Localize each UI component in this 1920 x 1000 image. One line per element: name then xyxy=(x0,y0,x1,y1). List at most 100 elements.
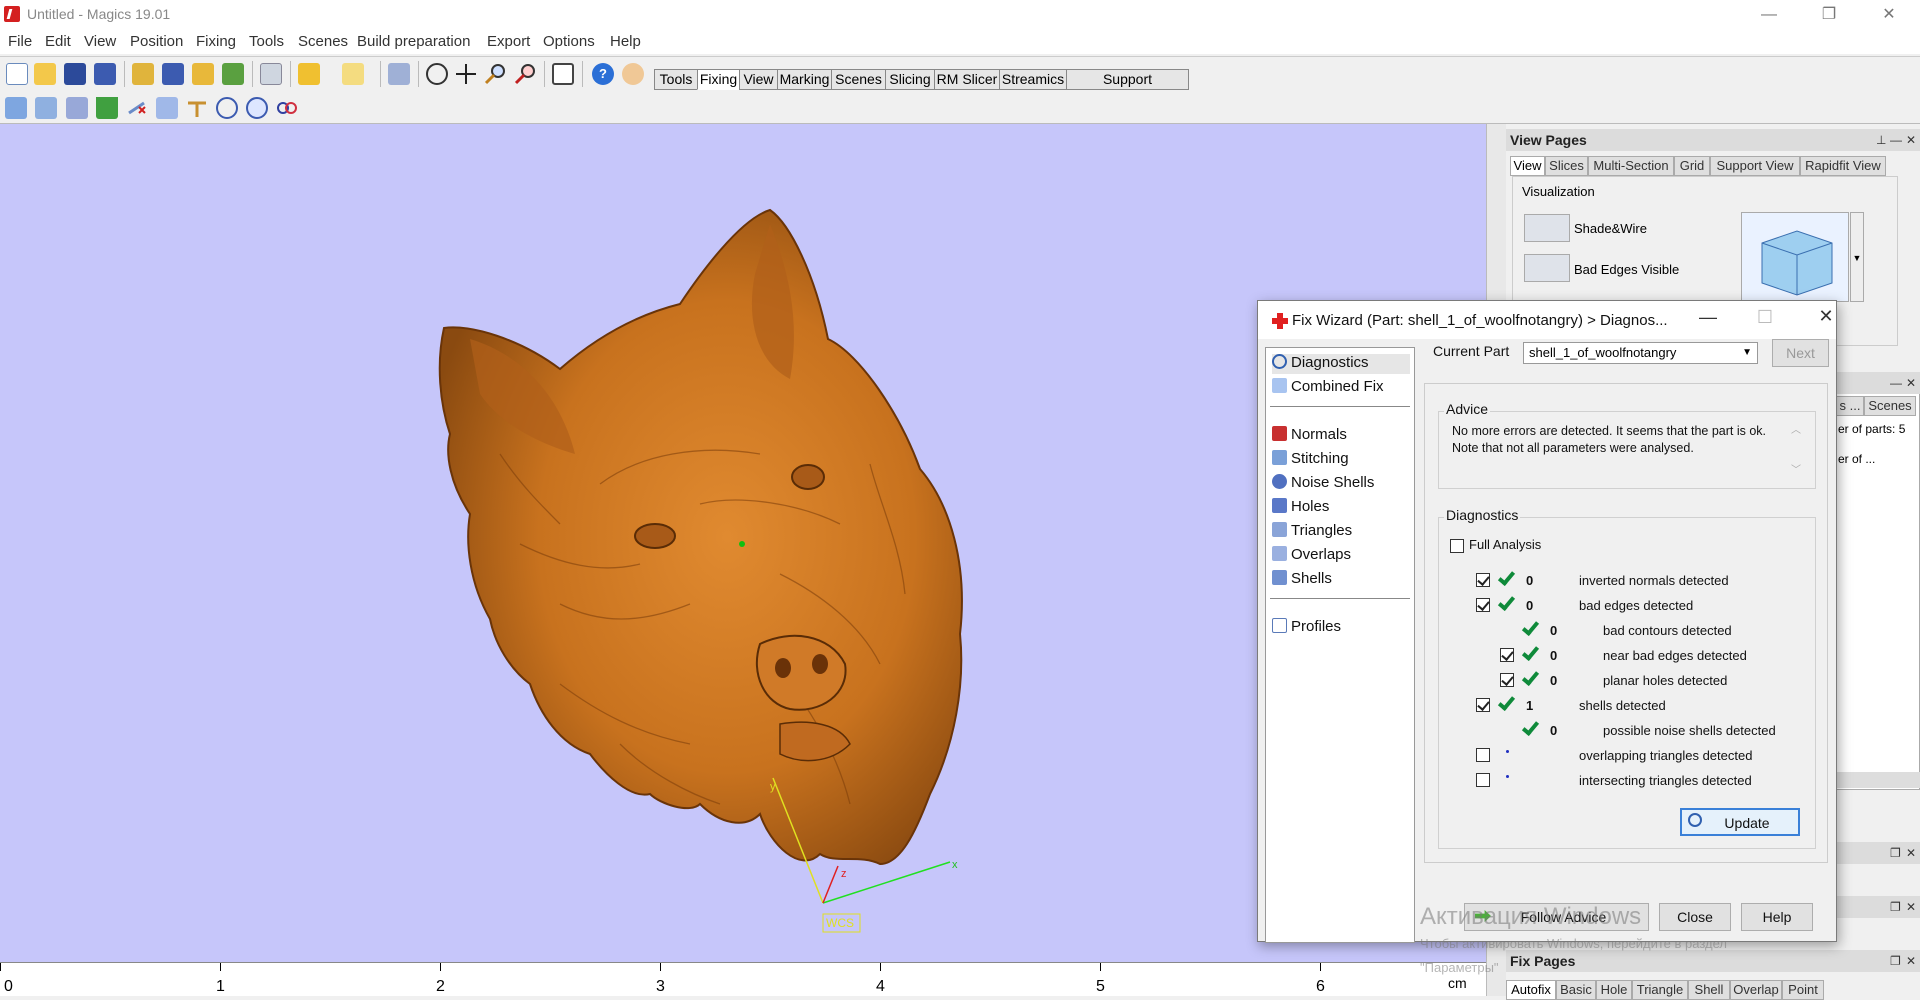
minimize-button[interactable]: — xyxy=(1746,0,1792,30)
tab-scenes-panel[interactable]: Scenes xyxy=(1864,396,1916,416)
tab-rm-slicer[interactable]: RM Slicer xyxy=(934,69,1000,90)
help-icon[interactable]: ? xyxy=(592,63,614,85)
tab-autofix[interactable]: Autofix xyxy=(1506,980,1556,1000)
diag-row-checkbox[interactable] xyxy=(1476,573,1490,587)
tab-view[interactable]: View xyxy=(739,69,778,90)
menu-help[interactable]: Help xyxy=(610,33,641,50)
diag-row-checkbox[interactable] xyxy=(1476,598,1490,612)
update-button[interactable]: Update xyxy=(1680,808,1800,836)
bad-edges-icon[interactable] xyxy=(1524,254,1570,282)
nav-item-noise-shells[interactable]: Noise Shells xyxy=(1272,474,1374,494)
rotate-icon[interactable] xyxy=(426,63,448,85)
add-shell-icon[interactable] xyxy=(5,97,27,119)
tab-triangle[interactable]: Triangle xyxy=(1632,980,1688,1000)
help-button[interactable]: Help xyxy=(1741,903,1813,931)
diag-row-checkbox[interactable] xyxy=(1476,773,1490,787)
diag-row-checkbox[interactable] xyxy=(1500,648,1514,662)
horizontal-scrollbar[interactable] xyxy=(1830,772,1920,788)
fix-pages-restore-icon[interactable]: ❐ xyxy=(1890,950,1901,972)
diag-row-checkbox[interactable] xyxy=(1476,698,1490,712)
tab-slices[interactable]: Slices xyxy=(1545,156,1588,176)
tab-grid[interactable]: Grid xyxy=(1674,156,1710,176)
save-as-icon[interactable] xyxy=(94,63,116,85)
load-project-icon[interactable] xyxy=(192,63,214,85)
fix-pages-close-icon[interactable]: ✕ xyxy=(1906,950,1916,972)
open-folder-icon[interactable] xyxy=(34,63,56,85)
menu-view[interactable]: View xyxy=(84,33,116,50)
restore-panel-2-icon[interactable]: ❐ xyxy=(1890,896,1901,918)
zoom-fit-icon[interactable] xyxy=(514,63,536,85)
box-icon[interactable] xyxy=(35,97,57,119)
nav-item-profiles[interactable]: Profiles xyxy=(1272,618,1341,638)
menu-build-preparation[interactable]: Build preparation xyxy=(357,33,470,50)
close-panel-2-icon[interactable]: ✕ xyxy=(1906,896,1916,918)
zoom-icon[interactable] xyxy=(484,63,506,85)
select-icon[interactable] xyxy=(388,63,410,85)
nav-item-overlaps[interactable]: Overlaps xyxy=(1272,546,1351,566)
tab-basic[interactable]: Basic xyxy=(1556,980,1596,1000)
save-part-icon[interactable] xyxy=(162,63,184,85)
panel-close-icon[interactable]: ✕ xyxy=(1906,129,1916,151)
close-panel-1-icon[interactable]: ✕ xyxy=(1906,842,1916,864)
redo-icon[interactable] xyxy=(342,63,364,85)
stitch-icon[interactable] xyxy=(186,97,208,119)
tab-hole[interactable]: Hole xyxy=(1596,980,1632,1000)
tab-streamics[interactable]: Streamics xyxy=(999,69,1067,90)
import-part-icon[interactable] xyxy=(132,63,154,85)
restore-button[interactable]: ❐ xyxy=(1806,0,1852,30)
tab-support-view[interactable]: Support View xyxy=(1710,156,1800,176)
view-cube[interactable] xyxy=(1741,212,1849,302)
save-icon[interactable] xyxy=(64,63,86,85)
new-file-icon[interactable] xyxy=(6,63,28,85)
advice-scrollbar[interactable]: ︿ ﹀ xyxy=(1788,421,1806,483)
restore-panel-1-icon[interactable]: ❐ xyxy=(1890,842,1901,864)
shells-icon[interactable] xyxy=(66,97,88,119)
menu-file[interactable]: File xyxy=(8,33,32,50)
nav-item-shells[interactable]: Shells xyxy=(1272,570,1332,590)
tab-overlap[interactable]: Overlap xyxy=(1730,980,1782,1000)
current-part-select[interactable]: shell_1_of_woolfnotangry ▼ xyxy=(1523,342,1758,364)
tab-marking[interactable]: Marking xyxy=(777,69,832,90)
tab-multi-section[interactable]: Multi-Section xyxy=(1588,156,1674,176)
tab-view-page[interactable]: View xyxy=(1510,156,1545,176)
tab-parts[interactable]: s ... xyxy=(1836,396,1864,416)
sphere-icon[interactable] xyxy=(246,97,268,119)
shade-wire-icon[interactable] xyxy=(1524,214,1570,242)
view-cube-dropdown-icon[interactable]: ▼ xyxy=(1850,212,1864,302)
print-icon[interactable] xyxy=(260,63,282,85)
tab-point[interactable]: Point xyxy=(1782,980,1824,1000)
menu-options[interactable]: Options xyxy=(543,33,595,50)
nav-item-combined-fix[interactable]: Combined Fix xyxy=(1272,378,1384,398)
menu-edit[interactable]: Edit xyxy=(45,33,71,50)
menu-scenes[interactable]: Scenes xyxy=(298,33,348,50)
dialog-title-bar[interactable]: Fix Wizard (Part: shell_1_of_woolfnotang… xyxy=(1258,301,1836,339)
diag-row-checkbox[interactable] xyxy=(1476,748,1490,762)
triangle-icon[interactable] xyxy=(96,97,118,119)
scroll-down-icon[interactable]: ﹀ xyxy=(1791,461,1801,476)
tab-scenes[interactable]: Scenes xyxy=(831,69,886,90)
parts-column-header[interactable]: er of ... xyxy=(1838,452,1875,466)
tab-fixing[interactable]: Fixing xyxy=(697,69,740,90)
tab-tools[interactable]: Tools xyxy=(654,69,698,90)
nav-item-stitching[interactable]: Stitching xyxy=(1272,450,1349,470)
diag-row-checkbox[interactable] xyxy=(1500,673,1514,687)
menu-export[interactable]: Export xyxy=(487,33,530,50)
menu-position[interactable]: Position xyxy=(130,33,183,50)
pan-icon[interactable] xyxy=(455,63,477,85)
nav-item-diagnostics[interactable]: Diagnostics xyxy=(1272,354,1410,374)
assistant-icon[interactable] xyxy=(622,63,644,85)
tab-support-generation[interactable]: Support Generation xyxy=(1066,69,1189,106)
unload-part-icon[interactable] xyxy=(222,63,244,85)
link-icon[interactable] xyxy=(276,97,298,119)
tab-slicing[interactable]: Slicing xyxy=(885,69,935,90)
parts-minimize-icon[interactable]: — xyxy=(1890,372,1902,394)
nav-item-normals[interactable]: Normals xyxy=(1272,426,1347,446)
panel-minimize-icon[interactable]: — xyxy=(1890,129,1902,151)
scroll-up-icon[interactable]: ︿ xyxy=(1791,421,1801,436)
dialog-close-button[interactable]: ✕ xyxy=(1806,306,1846,327)
menu-fixing[interactable]: Fixing xyxy=(196,33,236,50)
full-analysis-checkbox[interactable] xyxy=(1450,539,1464,553)
delete-triangle-icon[interactable] xyxy=(126,97,148,119)
checklist-icon[interactable] xyxy=(552,63,574,85)
globe-icon[interactable] xyxy=(216,97,238,119)
